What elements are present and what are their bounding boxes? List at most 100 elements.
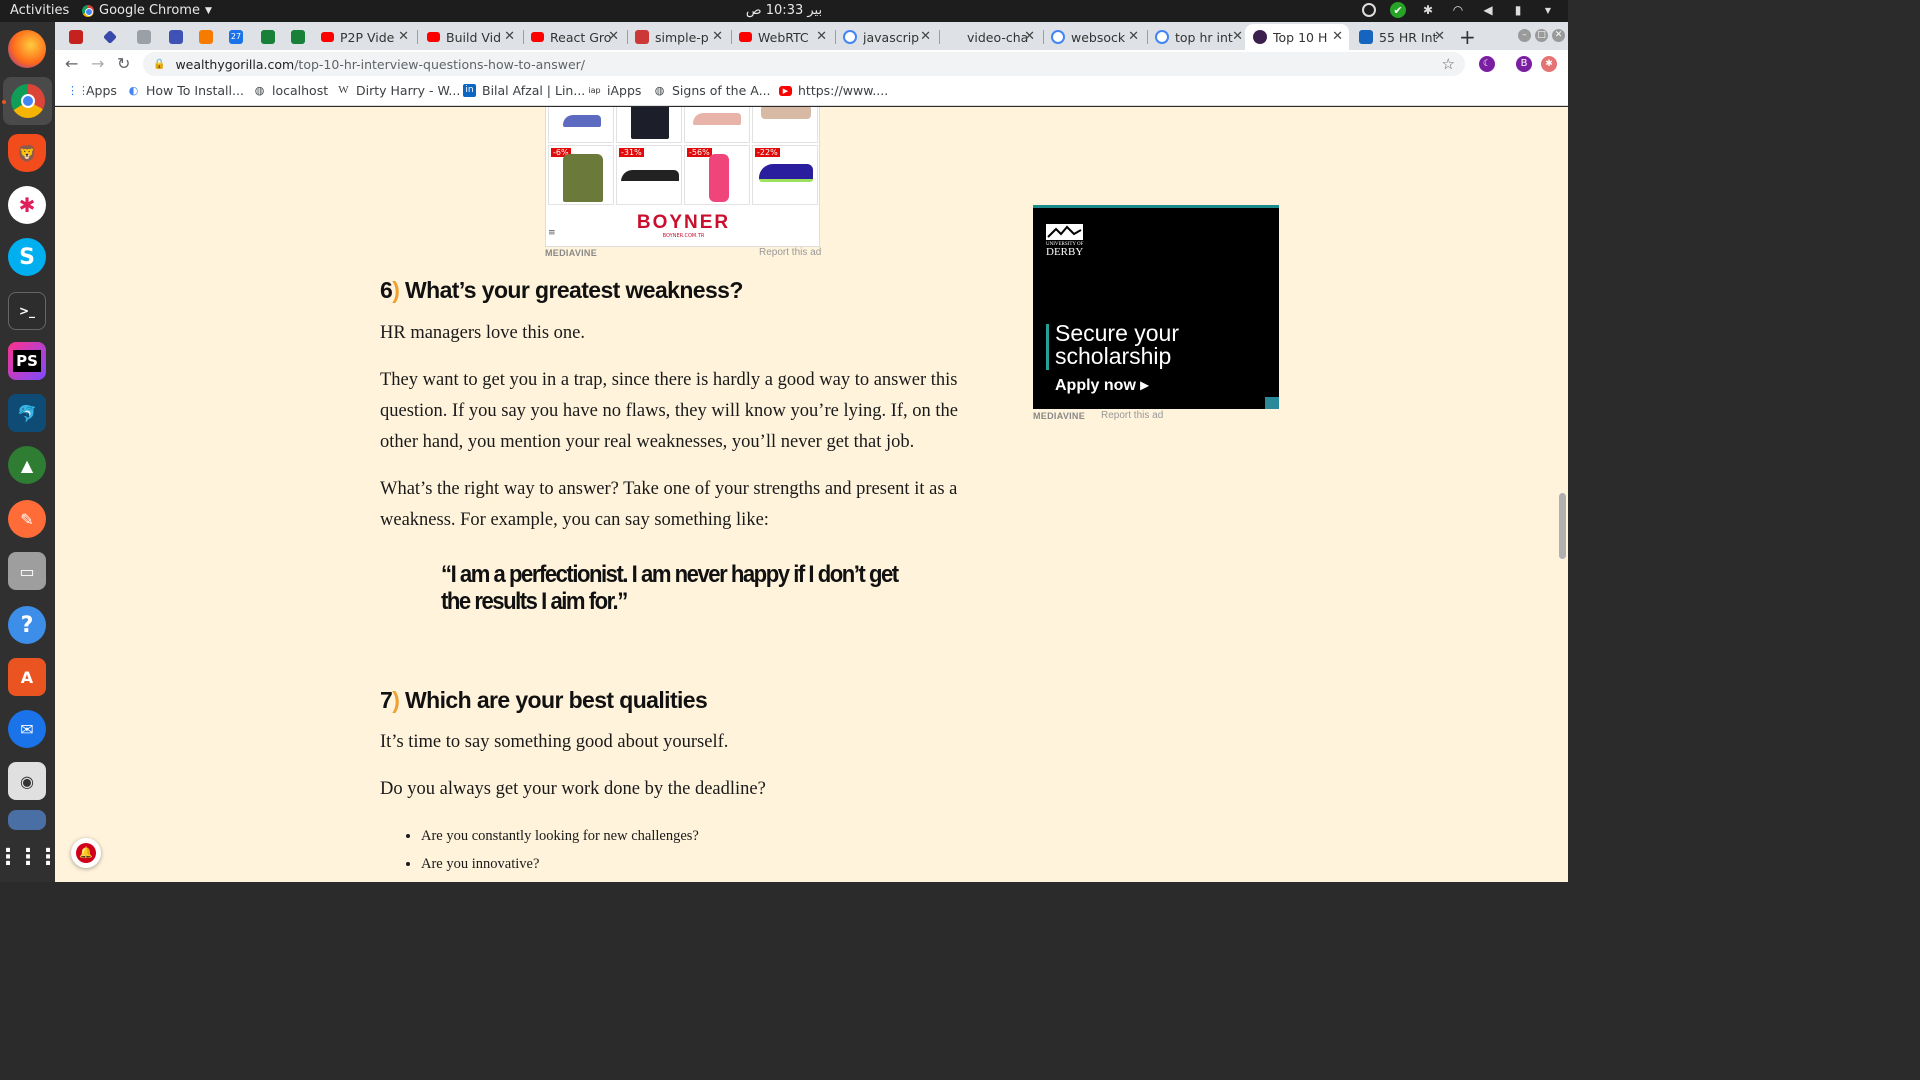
slack-icon[interactable]: ✱ [8,186,46,224]
apply-now-button[interactable]: Apply now ▸ [1055,375,1148,395]
caret-down-icon[interactable]: ▼ [1540,2,1556,18]
close-tab-icon[interactable]: ✕ [608,29,619,44]
ad-product-tile[interactable]: -31% [616,145,682,205]
bookmark-iapps[interactable]: iap iApps [588,83,641,98]
bookmark-linkedin[interactable]: in Bilal Afzal | Lin... [463,83,585,98]
tab-top-10-hr-active[interactable]: Top 10 H ✕ [1245,24,1349,50]
tab-javascript[interactable]: javascrip ✕ [835,24,937,50]
volume-icon[interactable]: ◀ [1480,2,1496,18]
close-tab-icon[interactable]: ✕ [816,29,827,44]
tab-simple-peer[interactable]: simple-p ✕ [627,24,729,50]
back-button[interactable]: ← [65,54,78,73]
report-ad-link[interactable]: Report this ad [759,247,821,258]
tab-top-hr-interview[interactable]: top hr int ✕ [1147,24,1249,50]
robo3t-icon[interactable]: ▲ [8,446,46,484]
address-bar[interactable]: 🔒 wealthygorilla.com/top-10-hr-interview… [143,52,1465,76]
tab-pinned-4[interactable] [161,24,193,50]
close-tab-icon[interactable]: ✕ [1232,29,1243,44]
thunderbird-icon[interactable]: ✉ [8,710,46,748]
tab-websocket[interactable]: websock ✕ [1043,24,1145,50]
tab-sheets-1[interactable] [253,24,285,50]
tab-calendar[interactable]: 27 [221,24,253,50]
ad-product-tile[interactable]: -6% [548,145,614,205]
minimize-window-button[interactable]: – [1518,29,1531,42]
wifi-icon[interactable]: ◠ [1450,2,1466,18]
new-tab-button[interactable]: + [1459,25,1476,49]
tab-sheets-2[interactable] [283,24,315,50]
tab-pinned-3[interactable] [129,24,161,50]
adchoices-icon[interactable] [1265,397,1279,409]
boyner-logo[interactable]: BOYNER [546,212,821,234]
notification-bell-button[interactable]: 🔔 [71,838,101,868]
close-tab-icon[interactable]: ✕ [1434,29,1445,44]
question-title: Which are your best qualities [399,687,708,713]
mysql-workbench-icon[interactable]: 🐬 [8,394,46,432]
brave-icon[interactable]: 🦁 [8,134,46,172]
terminal-icon[interactable]: >_ [8,292,46,330]
ad-product-tile[interactable]: -22% [752,145,818,205]
report-ad-link[interactable]: Report this ad [1101,410,1163,421]
bookmark-label: Signs of the A... [672,83,771,98]
menu-icon[interactable]: ✱ [1541,56,1557,72]
close-tab-icon[interactable]: ✕ [504,29,515,44]
derby-ad[interactable]: UNIVERSITY OF DERBY Secure your scholars… [1033,205,1279,409]
sheets-icon [261,30,275,44]
rhythmbox-icon[interactable]: ◉ [8,762,46,800]
record-icon[interactable] [1362,3,1376,17]
tab-pinned-2[interactable] [95,24,127,50]
dark-mode-extension-icon[interactable]: ☾ [1479,56,1495,72]
bookmark-signs[interactable]: ◍ Signs of the A... [653,83,771,98]
firefox-icon[interactable] [8,30,46,68]
profile-avatar[interactable]: B [1516,56,1532,72]
tab-build-video[interactable]: Build Vid ✕ [419,24,521,50]
system-clock[interactable]: بير 10:33 ص [0,3,1568,18]
tab-webrtc[interactable]: WebRTC ✕ [731,24,833,50]
close-tab-icon[interactable]: ✕ [712,29,723,44]
tab-react-group[interactable]: React Gro ✕ [523,24,625,50]
bookmark-localhost[interactable]: ◍ localhost [253,83,328,98]
maximize-window-button[interactable]: □ [1535,29,1548,42]
scrollbar-thumb[interactable] [1559,493,1566,559]
chrome-dock-item[interactable] [3,77,52,125]
system-tray[interactable]: ✔ ✱ ◠ ◀ ▮ ▼ [1362,2,1556,18]
ad-menu-icon[interactable]: ≡ [548,228,556,238]
page-scrollbar[interactable] [1556,107,1568,882]
forward-button[interactable]: → [91,54,104,73]
ad-product-tile[interactable] [684,107,750,143]
tab-gmail[interactable] [61,24,93,50]
ad-product-tile[interactable] [752,107,818,143]
tab-pinned-5[interactable] [191,24,223,50]
bookmark-dirty-harry[interactable]: W Dirty Harry - W... [337,83,460,98]
help-icon[interactable]: ? [8,606,46,644]
tab-video-chat[interactable]: video-cha ✕ [939,24,1041,50]
close-tab-icon[interactable]: ✕ [1332,29,1343,44]
postman-icon[interactable]: ✎ [8,500,46,538]
close-window-button[interactable]: ✕ [1552,29,1565,42]
reload-button[interactable]: ↻ [117,54,130,73]
software-center-icon[interactable]: A [8,658,46,696]
close-tab-icon[interactable]: ✕ [1128,29,1139,44]
close-tab-icon[interactable]: ✕ [398,29,409,44]
slack-tray-icon[interactable]: ✱ [1420,2,1436,18]
boyner-ad[interactable]: -6% -31% -56% -22% BOYNER BOYNER.COM.TR … [545,107,820,247]
files-icon[interactable]: ▭ [8,552,46,590]
bookmark-youtube[interactable]: ▶ https://www.... [779,83,888,98]
skype-icon[interactable]: S [8,238,46,276]
show-apps-icon[interactable]: ⋮⋮⋮ [0,838,59,876]
phpstorm-icon[interactable]: PS [8,342,46,380]
close-tab-icon[interactable]: ✕ [1024,29,1035,44]
ad-product-tile[interactable] [616,107,682,143]
battery-icon[interactable]: ▮ [1510,2,1526,18]
ad-product-tile[interactable] [548,107,614,143]
screen-icon[interactable] [8,810,46,830]
close-tab-icon[interactable]: ✕ [920,29,931,44]
tab-p2p-video[interactable]: P2P Vide ✕ [313,24,415,50]
youtube-icon: ▶ [779,85,792,96]
bookmark-how-to-install[interactable]: ◐ How To Install... [127,83,244,98]
tab-55-hr-interview[interactable]: 55 HR Int ✕ [1351,24,1451,50]
ad-product-tile[interactable]: -56% [684,145,750,205]
check-icon[interactable]: ✔ [1390,2,1406,18]
bookmark-star-icon[interactable]: ☆ [1442,55,1455,73]
apps-grid-icon: ⋮⋮ [67,84,89,97]
bookmark-apps[interactable]: ⋮⋮ Apps [67,83,117,98]
